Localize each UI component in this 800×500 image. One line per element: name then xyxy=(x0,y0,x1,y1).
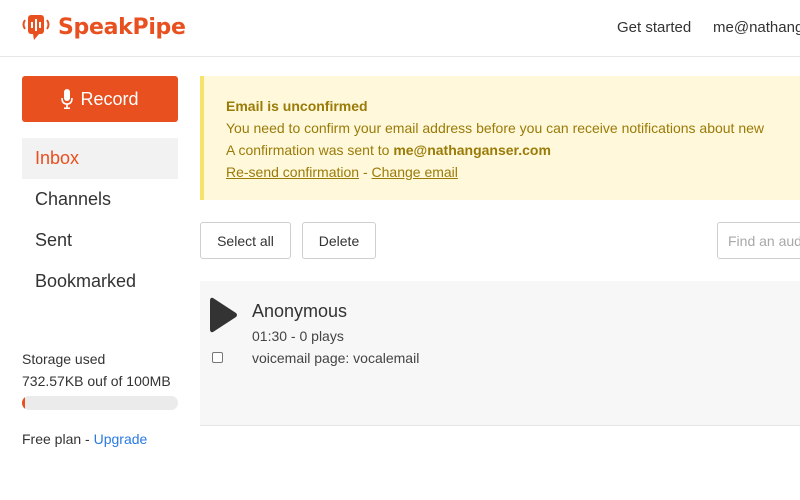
sidebar-menu: Inbox Channels Sent Bookmarked xyxy=(22,138,178,302)
storage-label: Storage used xyxy=(22,351,106,367)
search-input[interactable] xyxy=(717,222,800,259)
alert-actions: Re-send confirmation - Change email xyxy=(226,161,800,183)
message-item[interactable]: Anonymous 01:30 - 0 plays voicemail page… xyxy=(200,281,800,426)
sidebar-item-inbox[interactable]: Inbox xyxy=(22,138,178,179)
alert-message: You need to confirm your email address b… xyxy=(226,120,765,136)
get-started-link[interactable]: Get started xyxy=(617,19,691,36)
change-email-link[interactable]: Change email xyxy=(372,164,458,180)
record-button[interactable]: Record xyxy=(22,76,178,122)
storage-progress-fill xyxy=(22,396,26,410)
top-header: SpeakPipe Get started me@nathang xyxy=(0,0,800,57)
microphone-icon xyxy=(61,89,74,109)
sidebar-item-bookmarked[interactable]: Bookmarked xyxy=(22,261,178,302)
upgrade-link[interactable]: Upgrade xyxy=(94,431,148,447)
message-source: voicemail page: vocalemail xyxy=(252,350,420,366)
storage-value: 732.57KB ouf of 100MB xyxy=(22,373,171,389)
record-button-label: Record xyxy=(80,88,139,109)
storage-progress-bar xyxy=(22,396,178,410)
sidebar: Record Inbox Channels Sent Bookmarked xyxy=(22,76,178,302)
message-sender: Anonymous xyxy=(252,301,348,321)
message-checkbox[interactable] xyxy=(212,352,223,363)
delete-button[interactable]: Delete xyxy=(302,222,376,259)
brand-logo[interactable]: SpeakPipe xyxy=(21,13,186,41)
resend-confirmation-link[interactable]: Re-send confirmation xyxy=(226,164,359,180)
select-all-button[interactable]: Select all xyxy=(200,222,291,259)
play-icon[interactable] xyxy=(210,297,238,333)
alert-title: Email is unconfirmed xyxy=(226,98,368,114)
sidebar-item-sent[interactable]: Sent xyxy=(22,220,178,261)
plan-label: Free plan - xyxy=(22,431,94,447)
sidebar-item-channels[interactable]: Channels xyxy=(22,179,178,220)
storage-usage: Storage used 732.57KB ouf of 100MB xyxy=(22,351,178,410)
brand-name: SpeakPipe xyxy=(58,14,186,40)
alert-confirmation-prefix: A confirmation was sent to xyxy=(226,142,394,158)
speakpipe-logo-icon xyxy=(22,15,50,40)
message-meta: 01:30 - 0 plays xyxy=(252,328,344,344)
plan-info: Free plan - Upgrade xyxy=(22,431,147,447)
alert-action-separator: - xyxy=(359,164,372,180)
user-account-menu[interactable]: me@nathang xyxy=(713,19,800,36)
alert-email: me@nathanganser.com xyxy=(393,142,551,158)
email-unconfirmed-alert: Email is unconfirmed You need to confirm… xyxy=(200,76,800,200)
alert-confirmation-line: A confirmation was sent to me@nathangans… xyxy=(226,139,800,161)
